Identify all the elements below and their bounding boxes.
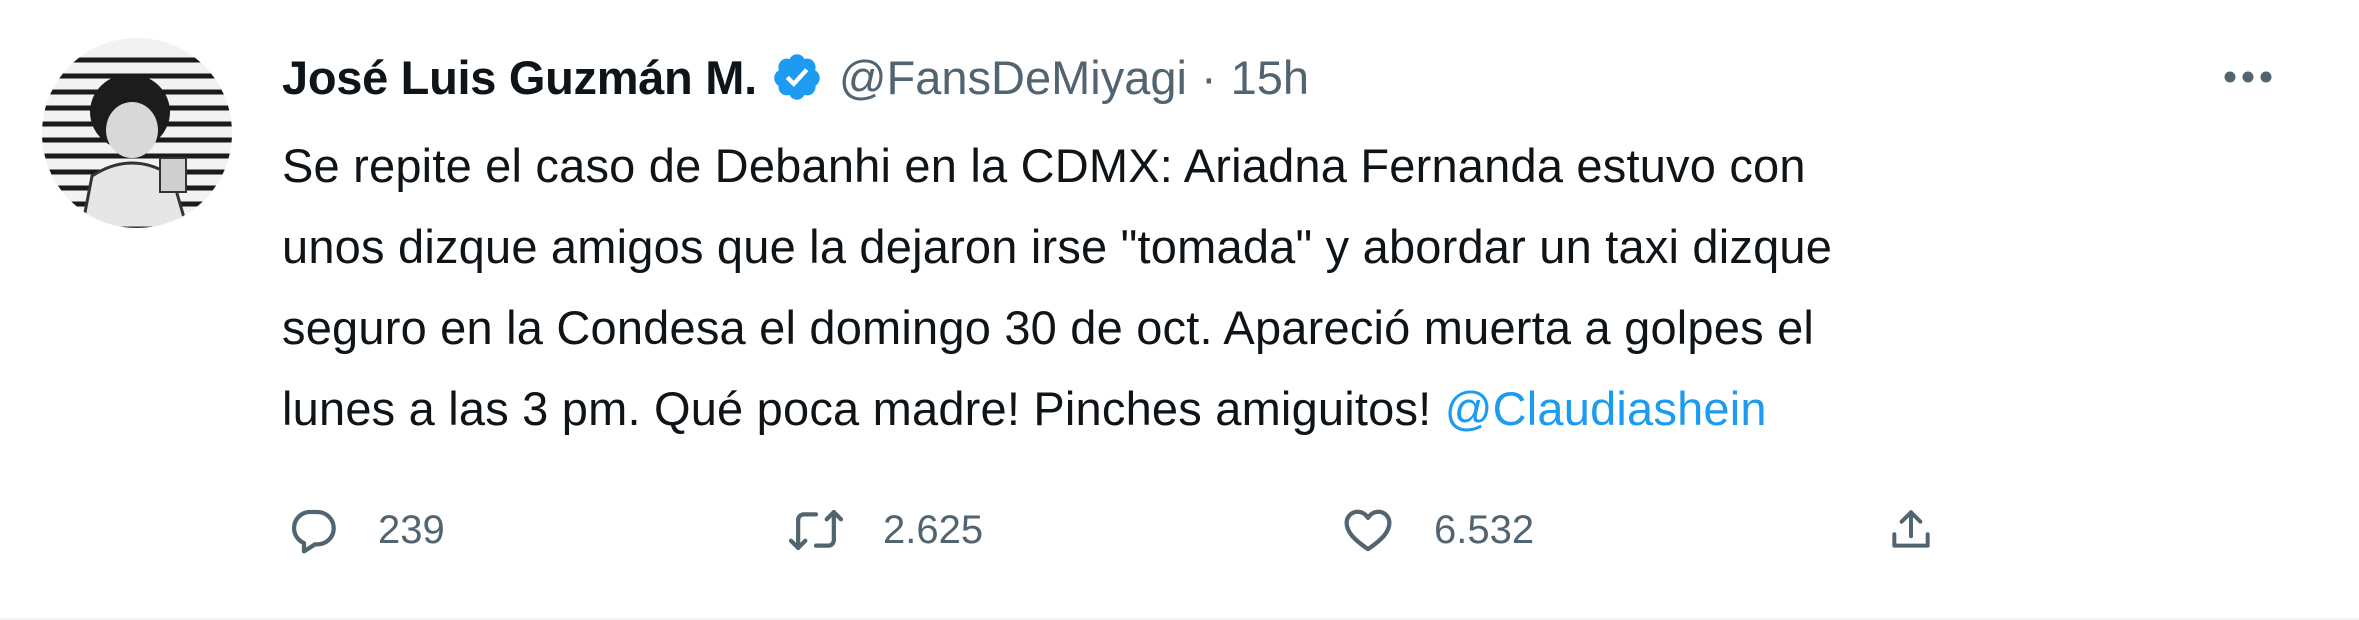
tweet-text-line: lunes a las 3 pm. Qué poca madre! Pinche… xyxy=(282,368,2282,449)
reply-icon xyxy=(286,503,340,557)
retweet-count: 2.625 xyxy=(883,507,984,552)
reply-button[interactable]: 239 xyxy=(286,490,445,570)
more-options-icon[interactable] xyxy=(2218,52,2278,102)
tweet-text-line: seguro en la Condesa el domingo 30 de oc… xyxy=(282,301,1815,354)
tweet-actions: 239 2.625 6.532 xyxy=(282,490,1982,570)
tweet-header: José Luis Guzmán M. @FansDeMiyagi · 15h xyxy=(282,42,1309,112)
mention-link[interactable]: @Claudiashein xyxy=(1445,382,1767,435)
retweet-button[interactable]: 2.625 xyxy=(787,490,983,570)
reply-count: 239 xyxy=(378,507,445,552)
retweet-icon xyxy=(787,503,845,557)
tweet-timestamp[interactable]: 15h xyxy=(1231,50,1309,105)
share-button[interactable] xyxy=(1886,490,1936,570)
tweet-text: Se repite el caso de Debanhi en la CDMX:… xyxy=(282,125,2282,449)
author-handle[interactable]: @FansDeMiyagi xyxy=(839,50,1187,105)
heart-icon xyxy=(1340,503,1396,557)
like-count: 6.532 xyxy=(1434,507,1535,552)
like-button[interactable]: 6.532 xyxy=(1340,490,1534,570)
tweet-text-line: unos dizque amigos que la dejaron irse "… xyxy=(282,220,1833,273)
share-icon xyxy=(1886,503,1936,557)
tweet-card[interactable]: José Luis Guzmán M. @FansDeMiyagi · 15h … xyxy=(0,0,2359,620)
tweet-text-line: Se repite el caso de Debanhi en la CDMX:… xyxy=(282,139,1806,192)
verified-badge-icon xyxy=(771,51,823,103)
avatar[interactable] xyxy=(42,38,232,228)
separator-dot: · xyxy=(1200,50,1217,104)
tweet-text-last-line: lunes a las 3 pm. Qué poca madre! Pinche… xyxy=(282,382,1445,435)
author-name[interactable]: José Luis Guzmán M. xyxy=(282,50,757,105)
avatar-image xyxy=(42,38,232,228)
